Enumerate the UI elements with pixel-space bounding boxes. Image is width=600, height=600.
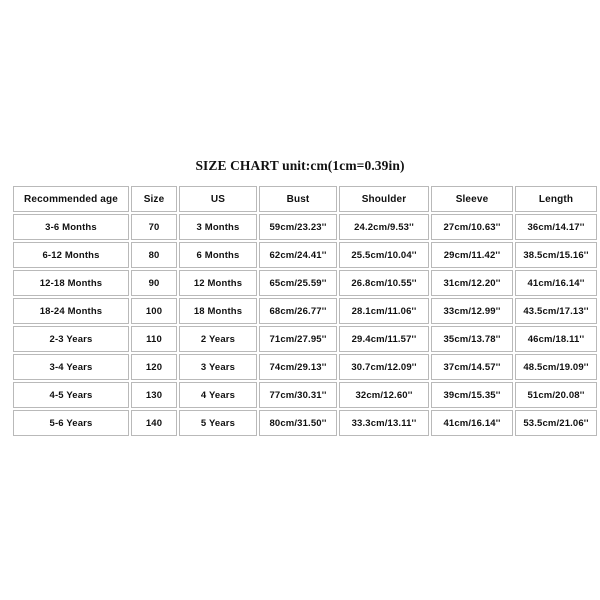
cell-shoulder: 33.3cm/13.11'' bbox=[339, 410, 429, 436]
column-header-bust: Bust bbox=[259, 186, 337, 212]
cell-length: 46cm/18.11'' bbox=[515, 326, 597, 352]
table-row: 3-4 Years 120 3 Years 74cm/29.13'' 30.7c… bbox=[13, 354, 597, 380]
cell-us: 5 Years bbox=[179, 410, 257, 436]
size-chart-table: Recommended age Size US Bust Shoulder Sl… bbox=[11, 184, 599, 438]
cell-sleeve: 29cm/11.42'' bbox=[431, 242, 513, 268]
cell-bust: 59cm/23.23'' bbox=[259, 214, 337, 240]
cell-length: 43.5cm/17.13'' bbox=[515, 298, 597, 324]
table-row: 4-5 Years 130 4 Years 77cm/30.31'' 32cm/… bbox=[13, 382, 597, 408]
cell-recommended-age: 2-3 Years bbox=[13, 326, 129, 352]
cell-bust: 71cm/27.95'' bbox=[259, 326, 337, 352]
cell-shoulder: 24.2cm/9.53'' bbox=[339, 214, 429, 240]
cell-sleeve: 41cm/16.14'' bbox=[431, 410, 513, 436]
cell-length: 53.5cm/21.06'' bbox=[515, 410, 597, 436]
size-chart-page: SIZE CHART unit:cm(1cm=0.39in) Recommend… bbox=[0, 0, 600, 600]
cell-bust: 74cm/29.13'' bbox=[259, 354, 337, 380]
cell-bust: 62cm/24.41'' bbox=[259, 242, 337, 268]
cell-us: 6 Months bbox=[179, 242, 257, 268]
column-header-shoulder: Shoulder bbox=[339, 186, 429, 212]
column-header-us: US bbox=[179, 186, 257, 212]
cell-size: 140 bbox=[131, 410, 177, 436]
cell-sleeve: 33cm/12.99'' bbox=[431, 298, 513, 324]
cell-us: 18 Months bbox=[179, 298, 257, 324]
table-row: 2-3 Years 110 2 Years 71cm/27.95'' 29.4c… bbox=[13, 326, 597, 352]
size-chart-table-container: Recommended age Size US Bust Shoulder Sl… bbox=[11, 184, 597, 438]
column-header-sleeve: Sleeve bbox=[431, 186, 513, 212]
cell-shoulder: 30.7cm/12.09'' bbox=[339, 354, 429, 380]
cell-sleeve: 37cm/14.57'' bbox=[431, 354, 513, 380]
cell-shoulder: 28.1cm/11.06'' bbox=[339, 298, 429, 324]
cell-recommended-age: 12-18 Months bbox=[13, 270, 129, 296]
cell-us: 2 Years bbox=[179, 326, 257, 352]
cell-sleeve: 27cm/10.63'' bbox=[431, 214, 513, 240]
column-header-recommended-age: Recommended age bbox=[13, 186, 129, 212]
cell-length: 38.5cm/15.16'' bbox=[515, 242, 597, 268]
cell-us: 3 Months bbox=[179, 214, 257, 240]
cell-shoulder: 29.4cm/11.57'' bbox=[339, 326, 429, 352]
cell-bust: 65cm/25.59'' bbox=[259, 270, 337, 296]
table-body: 3-6 Months 70 3 Months 59cm/23.23'' 24.2… bbox=[13, 214, 597, 436]
cell-length: 41cm/16.14'' bbox=[515, 270, 597, 296]
cell-recommended-age: 4-5 Years bbox=[13, 382, 129, 408]
table-row: 5-6 Years 140 5 Years 80cm/31.50'' 33.3c… bbox=[13, 410, 597, 436]
column-header-size: Size bbox=[131, 186, 177, 212]
cell-recommended-age: 3-6 Months bbox=[13, 214, 129, 240]
cell-us: 12 Months bbox=[179, 270, 257, 296]
cell-bust: 80cm/31.50'' bbox=[259, 410, 337, 436]
cell-recommended-age: 6-12 Months bbox=[13, 242, 129, 268]
cell-sleeve: 39cm/15.35'' bbox=[431, 382, 513, 408]
cell-recommended-age: 5-6 Years bbox=[13, 410, 129, 436]
table-header: Recommended age Size US Bust Shoulder Sl… bbox=[13, 186, 597, 212]
cell-us: 3 Years bbox=[179, 354, 257, 380]
cell-sleeve: 35cm/13.78'' bbox=[431, 326, 513, 352]
cell-size: 130 bbox=[131, 382, 177, 408]
cell-size: 120 bbox=[131, 354, 177, 380]
table-row: 6-12 Months 80 6 Months 62cm/24.41'' 25.… bbox=[13, 242, 597, 268]
cell-size: 70 bbox=[131, 214, 177, 240]
table-row: 18-24 Months 100 18 Months 68cm/26.77'' … bbox=[13, 298, 597, 324]
cell-sleeve: 31cm/12.20'' bbox=[431, 270, 513, 296]
table-header-row: Recommended age Size US Bust Shoulder Sl… bbox=[13, 186, 597, 212]
cell-us: 4 Years bbox=[179, 382, 257, 408]
page-title: SIZE CHART unit:cm(1cm=0.39in) bbox=[195, 158, 405, 173]
cell-length: 36cm/14.17'' bbox=[515, 214, 597, 240]
cell-bust: 68cm/26.77'' bbox=[259, 298, 337, 324]
table-row: 12-18 Months 90 12 Months 65cm/25.59'' 2… bbox=[13, 270, 597, 296]
cell-size: 110 bbox=[131, 326, 177, 352]
cell-length: 51cm/20.08'' bbox=[515, 382, 597, 408]
cell-shoulder: 26.8cm/10.55'' bbox=[339, 270, 429, 296]
cell-bust: 77cm/30.31'' bbox=[259, 382, 337, 408]
column-header-length: Length bbox=[515, 186, 597, 212]
cell-recommended-age: 18-24 Months bbox=[13, 298, 129, 324]
cell-length: 48.5cm/19.09'' bbox=[515, 354, 597, 380]
cell-size: 100 bbox=[131, 298, 177, 324]
cell-shoulder: 32cm/12.60'' bbox=[339, 382, 429, 408]
cell-size: 90 bbox=[131, 270, 177, 296]
cell-size: 80 bbox=[131, 242, 177, 268]
cell-shoulder: 25.5cm/10.04'' bbox=[339, 242, 429, 268]
cell-recommended-age: 3-4 Years bbox=[13, 354, 129, 380]
table-row: 3-6 Months 70 3 Months 59cm/23.23'' 24.2… bbox=[13, 214, 597, 240]
